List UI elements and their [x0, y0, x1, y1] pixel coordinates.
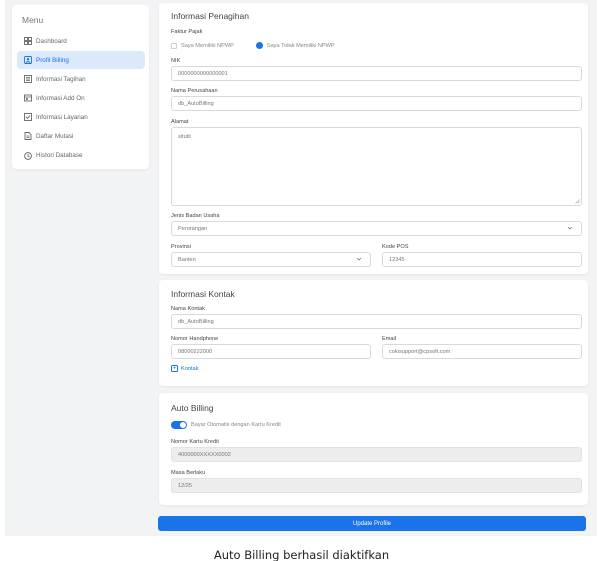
sidebar-item-label: Informasi Layanan	[36, 113, 88, 121]
menu-title: Menu	[22, 15, 44, 25]
auto-billing-title: Auto Billing	[171, 403, 214, 413]
address-textarea[interactable]: situtil	[171, 127, 582, 206]
no-npwp-option[interactable]: Saya Tidak Memiliki NPWP	[255, 42, 335, 49]
business-type-value: Perorangan	[178, 225, 208, 232]
sidebar-item-label: Histori Database	[36, 152, 83, 160]
contact-name-label: Nama Kontak	[171, 306, 205, 312]
sidebar-menu: Menu Dashboard Profil Billing Informasi …	[12, 5, 149, 169]
province-value: Banten	[178, 256, 196, 263]
npwp-option-label: Saya Memiliki NPWP	[181, 42, 234, 49]
chevron-down-icon	[567, 226, 573, 230]
plus-icon: +	[171, 365, 178, 372]
history-icon	[24, 151, 32, 160]
no-npwp-option-label: Saya Tidak Memiliki NPWP	[266, 42, 335, 49]
postcode-label: Kode POS	[382, 244, 409, 250]
chevron-down-icon	[356, 257, 362, 261]
mutation-icon	[24, 132, 32, 141]
sidebar-list: Dashboard Profil Billing Informasi Tagih…	[17, 32, 145, 166]
auto-billing-toggle-label: Bayar Otomatis dengan Kartu Kredit	[191, 422, 281, 428]
postcode-input[interactable]: 12345	[382, 252, 582, 267]
address-label: Alamat	[171, 119, 189, 125]
invoice-icon	[24, 75, 32, 84]
npwp-checkbox[interactable]	[171, 42, 177, 49]
nik-input[interactable]: 0000000000000001	[171, 66, 582, 81]
auto-billing-toggle[interactable]	[171, 421, 187, 429]
nik-label: NIK	[171, 58, 181, 64]
expiry-input: 12/25	[171, 478, 582, 493]
sidebar-item-profil-billing[interactable]: Profil Billing	[17, 51, 145, 70]
contact-name-input[interactable]: db_AutoBilling	[171, 314, 582, 329]
sidebar-item-label: Dashboard	[36, 37, 67, 45]
email-input[interactable]: cokisupport@cpsoft.com	[382, 344, 582, 359]
sidebar-item-label: Profil Billing	[36, 56, 69, 64]
sidebar-item-informasi-tagihan[interactable]: Informasi Tagihan	[17, 70, 145, 88]
sidebar-item-label: Informasi Add On	[36, 94, 85, 102]
card-number-input: 4000000XXXXX0002	[171, 447, 582, 462]
sidebar-item-label: Daftar Mutasi	[36, 132, 74, 140]
add-contact-button[interactable]: + Kontak	[171, 365, 198, 372]
company-input[interactable]: db_AutoBilling	[171, 96, 582, 111]
dashboard-icon	[24, 37, 32, 45]
business-type-label: Jenis Badan Usaha	[171, 213, 220, 219]
province-select[interactable]: Banten	[171, 252, 371, 267]
business-type-select[interactable]: Perorangan	[171, 221, 582, 236]
sidebar-item-label: Informasi Tagihan	[36, 75, 86, 83]
card-number-label: Nomor Kartu Kredit	[171, 439, 219, 445]
add-contact-label: Kontak	[181, 365, 199, 372]
address-value: situtil	[178, 134, 191, 140]
faktur-pajak-options: Saya Memiliki NPWP Saya Tidak Memiliki N…	[171, 42, 335, 49]
sidebar-item-informasi-add-on[interactable]: Informasi Add On	[17, 89, 145, 107]
email-label: Email	[382, 336, 396, 342]
sidebar-item-dashboard[interactable]: Dashboard	[17, 32, 145, 50]
billing-info-card: Informasi Penagihan Faktur Pajak Saya Me…	[159, 3, 588, 274]
contact-info-card: Informasi Kontak Nama Kontak db_AutoBill…	[159, 280, 588, 386]
update-profile-button[interactable]: Update Profile	[158, 516, 586, 531]
service-icon	[24, 113, 32, 122]
sidebar-item-informasi-layanan[interactable]: Informasi Layanan	[17, 108, 145, 126]
auto-billing-card: Auto Billing Bayar Otomatis dengan Kartu…	[159, 393, 588, 505]
province-label: Provinsi	[171, 244, 191, 250]
contact-info-title: Informasi Kontak	[171, 289, 235, 299]
faktur-pajak-label: Faktur Pajak	[171, 29, 203, 35]
app-background: Menu Dashboard Profil Billing Informasi …	[5, 0, 597, 536]
toggle-knob	[180, 422, 186, 428]
profile-icon	[24, 56, 32, 65]
resize-handle-icon[interactable]	[575, 199, 580, 204]
no-npwp-radio[interactable]	[255, 42, 263, 49]
phone-label: Nomor Handphone	[171, 336, 219, 342]
addon-icon	[24, 94, 32, 102]
expiry-label: Masa Berlaku	[171, 470, 206, 476]
company-label: Nama Perusahaan	[171, 88, 218, 94]
success-toast-message: Auto Billing berhasil diaktifkan	[213, 548, 390, 561]
billing-info-title: Informasi Penagihan	[171, 11, 249, 21]
auto-billing-toggle-row: Bayar Otomatis dengan Kartu Kredit	[171, 421, 281, 429]
sidebar-item-daftar-mutasi[interactable]: Daftar Mutasi	[17, 127, 145, 145]
sidebar-item-histori-database[interactable]: Histori Database	[17, 147, 145, 165]
phone-input[interactable]: 08000222000	[171, 344, 371, 359]
